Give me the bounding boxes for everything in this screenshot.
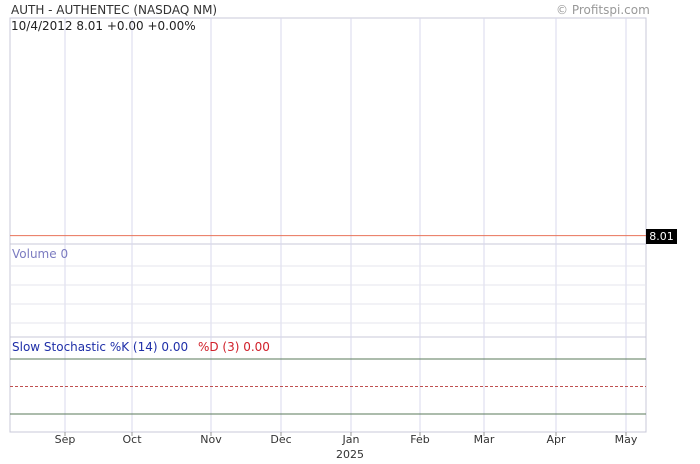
stochastic-label: Slow Stochastic %K (14) 0.00 %D (3) 0.00 (12, 340, 270, 354)
x-tick-label-oct: Oct (122, 433, 142, 446)
x-axis-year-label: 2025 (336, 448, 364, 461)
stock-chart (9, 17, 647, 436)
x-tick-label-jan: Jan (342, 433, 360, 446)
chart-frame (9, 17, 647, 433)
x-tick-label-dec: Dec (270, 433, 292, 446)
x-tick-label-sep: Sep (54, 433, 76, 446)
quote-line: 10/4/2012 8.01 +0.00 +0.00% (11, 19, 196, 33)
stochastic-d-label: %D (3) 0.00 (197, 340, 270, 354)
x-tick-label-mar: Mar (473, 433, 495, 446)
watermark: © Profitspi.com (556, 3, 650, 17)
volume-label: Volume 0 (12, 247, 69, 261)
plot-border (9, 17, 647, 433)
stochastic-k-label: Slow Stochastic %K (14) 0.00 (12, 340, 189, 354)
chart-grid (10, 18, 646, 432)
x-tick-label-feb: Feb (410, 433, 430, 446)
x-tick-label-may: May (614, 433, 638, 446)
chart-title: AUTH - AUTHENTEC (NASDAQ NM) (11, 3, 218, 17)
x-tick-label-nov: Nov (200, 433, 222, 446)
last-price-tag: 8.01 (646, 229, 677, 244)
x-tick-label-apr: Apr (546, 433, 566, 446)
